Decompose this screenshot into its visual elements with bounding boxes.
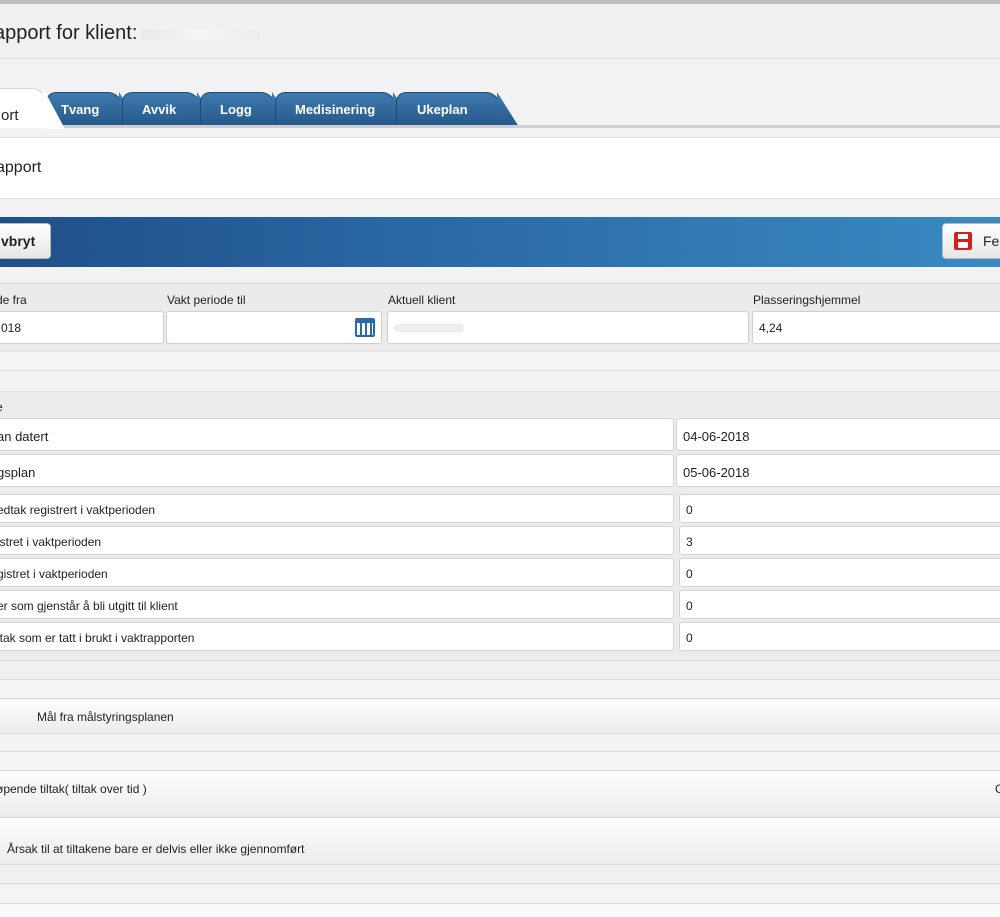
ongoing-measures-panel-header[interactable]: øpende tiltak( tiltak over tid ) G — [0, 770, 1000, 818]
tab-logg[interactable]: Logg — [200, 92, 275, 126]
goals-panel-title: Mål fra målstyringsplanen — [37, 710, 174, 724]
subtitle-bar: apport — [0, 137, 1000, 199]
spacer-band — [0, 864, 1000, 883]
client-value-redacted — [394, 324, 464, 332]
period-fields: de fra 018 Vakt periode til Aktuell klie… — [0, 283, 1000, 352]
tab-avvik[interactable]: Avvik — [122, 92, 200, 126]
tab-ukeplan[interactable]: Ukeplan — [396, 92, 500, 126]
period-to-label: Vakt periode til — [167, 293, 246, 307]
row-value-remaining: 0 — [679, 590, 1000, 619]
row-label-decisions: edtak registrert i vaktperioden — [0, 494, 674, 523]
spacer-band — [0, 660, 1000, 679]
ongoing-measures-right-text: G — [995, 782, 1000, 796]
page-title: apport for klient: — [0, 22, 262, 45]
action-toolbar: vbryt Fe — [0, 217, 1000, 267]
save-button[interactable]: Fe — [942, 223, 1000, 259]
period-from-label: de fra — [0, 293, 27, 307]
tab-bar: ort Tvang Avvik Logg Medisinering Ukepla… — [0, 84, 1000, 128]
client-name-redacted — [141, 28, 262, 39]
row-label-registered: istret i vaktperioden — [0, 526, 674, 555]
save-button-label: Fe — [983, 233, 1000, 249]
cancel-button[interactable]: vbryt — [0, 223, 51, 259]
tab-label: Ukeplan — [417, 102, 468, 117]
client-input[interactable] — [387, 311, 749, 344]
spacer-band — [0, 351, 1000, 370]
row-value-plan-dated: 04-06-2018 — [676, 418, 1000, 451]
row-value-registered-2: 0 — [679, 558, 1000, 587]
spacer-band — [0, 370, 1000, 391]
row-label-remaining: er som gjenstår å bli utgitt til klient — [0, 590, 674, 619]
tab-medisinering[interactable]: Medisinering — [275, 92, 396, 126]
period-from-value: 018 — [1, 321, 22, 335]
row-value-plan: 05-06-2018 — [676, 454, 1000, 487]
placement-value: 4,24 — [759, 321, 783, 335]
period-to-input[interactable] — [166, 311, 382, 344]
row-label-plan: gsplan — [0, 454, 674, 487]
row-label-measures-used: ltak som er tatt i brukt i vaktrapporten — [0, 622, 674, 651]
tab-rapport[interactable]: ort — [0, 88, 46, 128]
client-label: Aktuell klient — [388, 293, 456, 307]
calendar-icon[interactable] — [355, 318, 375, 337]
spacer-band — [0, 733, 1000, 752]
cancel-button-label: vbryt — [1, 233, 36, 249]
title-bar: apport for klient: — [0, 4, 1000, 59]
tabs-underline — [0, 125, 1000, 128]
summary-section-label: e — [0, 400, 3, 414]
row-value-registered: 3 — [679, 526, 1000, 555]
placement-input[interactable]: 4,24 — [752, 311, 1000, 344]
tab-label: Tvang — [61, 102, 100, 117]
spacer-band — [0, 883, 1000, 904]
period-from-input[interactable]: 018 — [0, 311, 164, 344]
spacer-band — [0, 751, 1000, 771]
section-title: apport — [0, 159, 42, 176]
tab-label: ort — [1, 107, 19, 124]
reason-panel-header[interactable]: Årsak til at tiltakene bare er delvis el… — [0, 817, 1000, 865]
row-value-measures-used: 0 — [679, 622, 1000, 651]
next-panel-header — [0, 903, 1000, 917]
ongoing-measures-title: øpende tiltak( tiltak over tid ) — [0, 782, 147, 796]
tab-label: Logg — [220, 102, 252, 117]
row-label-registered-2: gistret i vaktperioden — [0, 558, 674, 587]
row-label-plan-dated: an datert — [0, 418, 674, 451]
spacer-band — [0, 679, 1000, 699]
placement-label: Plasseringshjemmel — [753, 293, 861, 307]
goals-panel-header[interactable]: Mål fra målstyringsplanen — [0, 698, 1000, 734]
tab-label: Avvik — [142, 102, 177, 117]
page-title-text: apport for klient: — [0, 22, 138, 44]
floppy-disk-icon — [954, 232, 972, 250]
row-value-decisions: 0 — [679, 494, 1000, 523]
tab-label: Medisinering — [295, 102, 376, 117]
reason-panel-title: Årsak til at tiltakene bare er delvis el… — [7, 842, 305, 856]
